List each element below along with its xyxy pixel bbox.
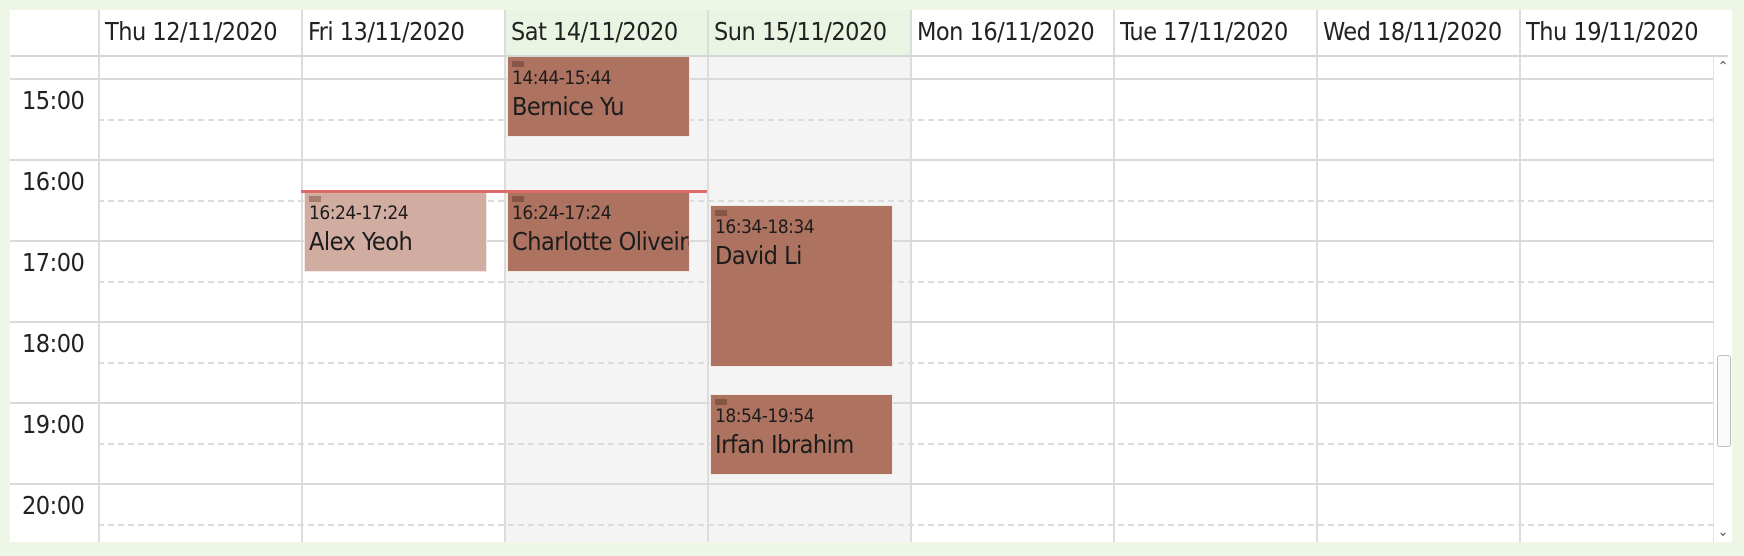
half-hour-line xyxy=(98,442,1724,445)
day-header[interactable]: Thu 19/11/2020 xyxy=(1519,10,1722,55)
hour-line xyxy=(10,78,1724,80)
day-header[interactable]: Wed 18/11/2020 xyxy=(1316,10,1519,55)
hour-line xyxy=(10,159,1724,161)
hour-label: 19:00 xyxy=(22,410,85,439)
event-block[interactable]: 18:54-19:54 Irfan Ibrahim xyxy=(710,393,893,475)
half-hour-line xyxy=(98,523,1724,526)
hour-label: 17:00 xyxy=(22,248,85,277)
hour-label: 18:00 xyxy=(22,329,85,358)
event-time: 16:24-17:24 xyxy=(512,202,612,225)
hour-line xyxy=(10,483,1724,485)
half-hour-line xyxy=(98,361,1724,364)
chevron-up-icon[interactable]: ⌃ xyxy=(1714,59,1732,75)
day-column[interactable] xyxy=(910,57,1113,542)
event-title: Alex Yeoh xyxy=(309,227,413,257)
calendar-week-view: Thu 12/11/2020 Fri 13/11/2020 Sat 14/11/20… xyxy=(10,10,1732,542)
day-header[interactable]: Tue 17/11/2020 xyxy=(1113,10,1316,55)
time-grid[interactable]: 14:0015:0016:0017:0018:0019:0020:00 14:4… xyxy=(10,57,1732,542)
day-column[interactable] xyxy=(1316,57,1519,542)
hour-label: 16:00 xyxy=(22,167,85,196)
event-block[interactable]: 16:24-17:24 Charlotte Oliveiro xyxy=(507,191,690,273)
event-time: 14:44-15:44 xyxy=(512,67,612,90)
day-header[interactable]: Thu 12/11/2020 xyxy=(98,10,301,55)
current-time-indicator xyxy=(301,190,707,194)
hour-label: 20:00 xyxy=(22,491,85,520)
event-time: 16:34-18:34 xyxy=(715,215,815,238)
event-title: Irfan Ibrahim xyxy=(715,429,854,459)
event-block[interactable]: 16:34-18:34 David Li xyxy=(710,204,893,367)
event-title: Charlotte Oliveiro xyxy=(512,227,690,257)
scrollbar-thumb[interactable] xyxy=(1717,355,1731,447)
day-header-row: Thu 12/11/2020 Fri 13/11/2020 Sat 14/11/20… xyxy=(10,10,1728,57)
day-column[interactable] xyxy=(301,57,504,542)
event-time: 16:24-17:24 xyxy=(309,202,409,225)
day-header[interactable]: Mon 16/11/2020 xyxy=(910,10,1113,55)
day-column[interactable] xyxy=(98,57,301,542)
half-hour-line xyxy=(98,280,1724,283)
event-time: 18:54-19:54 xyxy=(715,404,815,427)
half-hour-line xyxy=(98,118,1724,121)
chevron-down-icon[interactable]: ⌄ xyxy=(1714,524,1732,540)
day-header[interactable]: Sat 14/11/2020 xyxy=(504,10,707,55)
event-title: Bernice Yu xyxy=(512,92,625,122)
day-column[interactable] xyxy=(1113,57,1316,542)
event-block[interactable]: 14:44-15:44 Bernice Yu xyxy=(507,57,690,138)
hour-label: 15:00 xyxy=(22,86,85,115)
day-header[interactable]: Fri 13/11/2020 xyxy=(301,10,504,55)
day-column[interactable] xyxy=(1519,57,1722,542)
event-title: David Li xyxy=(715,240,802,270)
vertical-scrollbar[interactable]: ⌃ ⌄ xyxy=(1713,57,1732,542)
day-header[interactable]: Sun 15/11/2020 xyxy=(707,10,910,55)
event-block[interactable]: 16:24-17:24 Alex Yeoh xyxy=(304,191,487,273)
